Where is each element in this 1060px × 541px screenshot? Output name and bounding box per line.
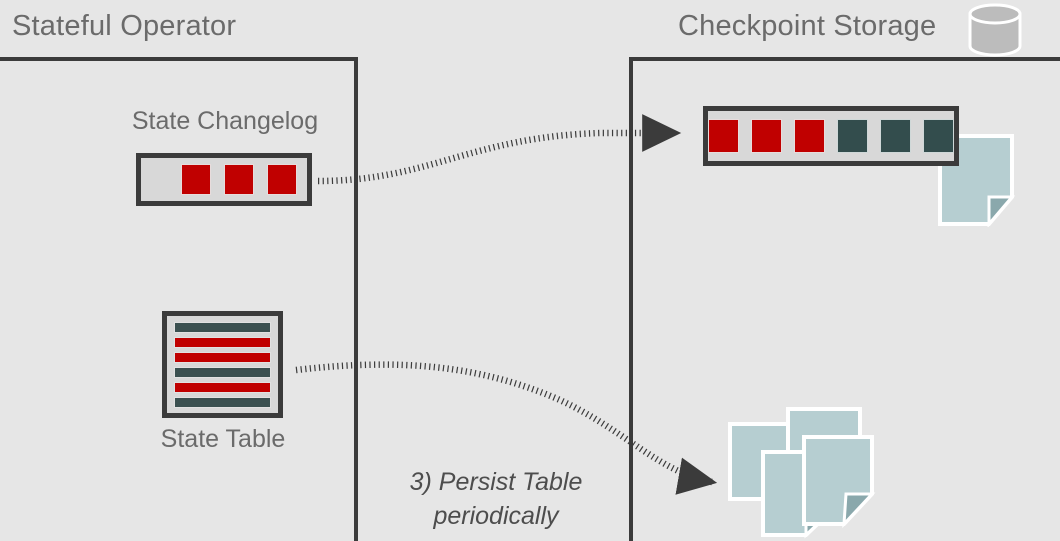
state-table-box — [162, 311, 283, 418]
state-table-row — [174, 322, 271, 333]
changelog-cell — [181, 164, 211, 195]
state-table-row — [174, 397, 271, 408]
changelog-cell — [224, 164, 254, 195]
storage-cell — [880, 119, 911, 153]
state-changelog-box — [136, 153, 312, 206]
caption-line-1: 3) Persist Table — [409, 468, 583, 496]
changelog-to-storage-arrow — [317, 114, 682, 185]
page-title-stateful-operator: Stateful Operator — [12, 10, 237, 42]
changelog-cell — [267, 164, 297, 195]
state-table-label: State Table — [160, 425, 286, 453]
checkpoint-storage-bar — [703, 106, 959, 166]
state-table-row — [174, 352, 271, 363]
state-table-row — [174, 382, 271, 393]
storage-cell — [708, 119, 739, 153]
database-cylinder-icon — [968, 3, 1022, 57]
caption-persist-table: 3) Persist Table periodically — [363, 466, 629, 534]
storage-cell — [923, 119, 954, 153]
document-stack-icon — [728, 407, 876, 539]
page-title-checkpoint-storage: Checkpoint Storage — [678, 10, 937, 42]
diagram-canvas: Stateful Operator Checkpoint Storage Sta… — [0, 0, 1060, 541]
storage-cell — [837, 119, 868, 153]
state-table-row — [174, 367, 271, 378]
state-changelog-label: State Changelog — [131, 107, 319, 135]
caption-line-2: periodically — [433, 501, 559, 530]
state-table-row — [174, 337, 271, 348]
storage-cell — [794, 119, 825, 153]
storage-cell — [751, 119, 782, 153]
